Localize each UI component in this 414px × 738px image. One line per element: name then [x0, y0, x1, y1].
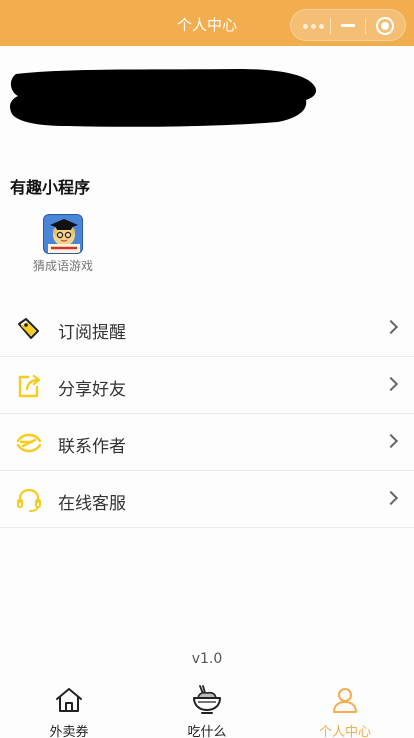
mini-program-label: 猜成语游戏: [32, 259, 93, 273]
menu-item-label: 联系作者: [58, 437, 126, 457]
mini-program-idiom-game[interactable]: 猜成语游戏: [26, 214, 100, 274]
menu-item-share-friends[interactable]: 分享好友: [0, 357, 414, 414]
capsule-divider: [365, 18, 366, 34]
food-bowl-icon: [193, 685, 221, 714]
settings-menu: 订阅提醒 分享好友 联系作者 在线客服: [0, 300, 414, 528]
menu-item-label: 在线客服: [58, 494, 126, 514]
idiom-game-app-icon: [43, 214, 83, 254]
tab-profile[interactable]: 个人中心: [276, 678, 414, 738]
menu-item-subscribe-reminder[interactable]: 订阅提醒: [0, 300, 414, 357]
menu-item-online-support[interactable]: 在线客服: [0, 471, 414, 528]
menu-item-label: 分享好友: [58, 380, 126, 400]
more-dots-icon[interactable]: [303, 24, 324, 29]
nav-bar: 个人中心: [0, 0, 414, 46]
share-icon: [18, 374, 41, 398]
menu-item-contact-author[interactable]: 联系作者: [0, 414, 414, 471]
menu-item-label: 订阅提醒: [58, 323, 126, 343]
tag-icon: [18, 318, 39, 339]
redacted-profile-info: [10, 69, 317, 127]
target-close-icon[interactable]: [376, 17, 394, 35]
minimize-icon[interactable]: [341, 24, 355, 27]
chevron-right-icon: [383, 490, 399, 506]
chevron-right-icon: [383, 433, 399, 449]
user-icon: [333, 688, 357, 713]
chevron-right-icon: [383, 319, 399, 335]
chevron-right-icon: [383, 376, 399, 392]
mini-program-capsule: [290, 9, 406, 41]
tab-what-to-eat[interactable]: 吃什么: [138, 678, 276, 738]
version-label: v1.0: [191, 651, 223, 667]
tab-label: 个人中心: [318, 725, 371, 738]
headset-icon: [17, 488, 41, 512]
section-title-mini-programs: 有趣小程序: [10, 178, 91, 197]
home-icon: [56, 688, 82, 712]
tab-label: 外卖券: [49, 725, 89, 738]
tab-bar: 外卖券 吃什么 个人中心: [0, 678, 414, 738]
capsule-divider: [330, 18, 331, 34]
tab-label: 吃什么: [187, 725, 227, 738]
contact-icon: [16, 433, 42, 453]
tab-coupons[interactable]: 外卖券: [0, 678, 138, 738]
